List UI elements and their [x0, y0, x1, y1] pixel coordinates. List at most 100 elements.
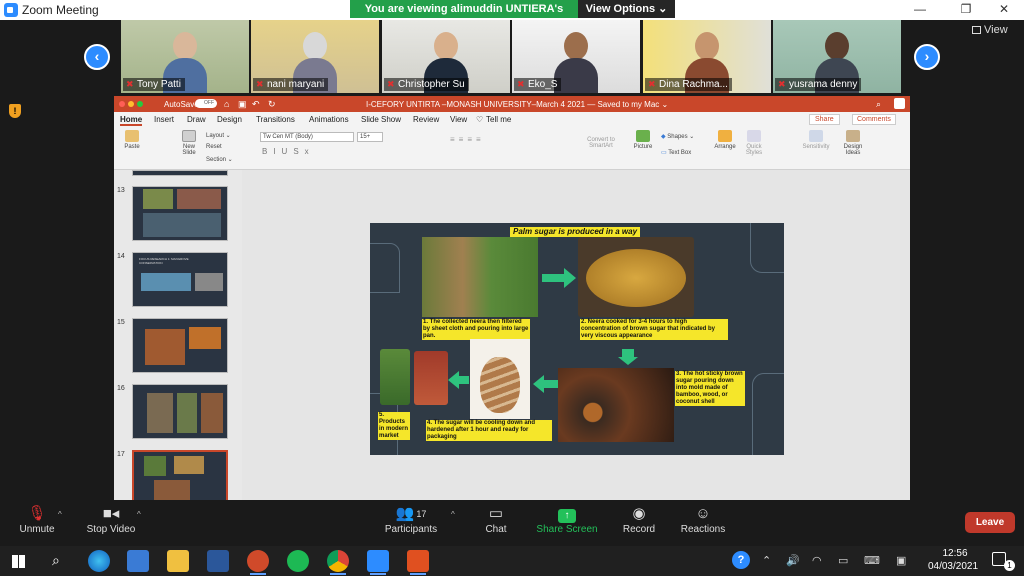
design-ideas-button[interactable]: Design Ideas [840, 130, 866, 156]
thumbnail-caption: FOCUS RESEARCH 1: MANGROVE CONSERVATION [139, 257, 189, 265]
volume-icon[interactable]: 🔊 [786, 554, 800, 567]
video-tile[interactable]: ✖ yusrama denny [773, 20, 901, 93]
clipboard-icon [125, 130, 139, 142]
sensitivity-button[interactable]: Sensitivity [799, 130, 833, 150]
help-icon[interactable]: ? [732, 551, 750, 569]
step-3-text: 3. The hot sticky brown sugar pouring do… [675, 371, 745, 406]
tell-me-search[interactable]: Tell me [486, 115, 511, 124]
keyboard-icon[interactable]: ⌨ [864, 554, 880, 567]
paste-button[interactable]: Paste [122, 130, 142, 150]
tab-slide-show[interactable]: Slide Show [361, 115, 401, 124]
chrome-icon[interactable] [327, 550, 349, 575]
current-slide[interactable]: Palm sugar is produced in a way 1. The c… [370, 223, 784, 455]
wifi-icon[interactable]: ◠ [812, 554, 822, 567]
video-tile[interactable]: ✖ Dina Rachma... [643, 20, 771, 93]
document-title: I-CEFORY UNTIRTA –MONASH UNIVERSITY–Marc… [366, 100, 669, 109]
quick-styles-button[interactable]: Quick Styles [742, 130, 766, 156]
powerpoint-icon[interactable] [247, 550, 269, 575]
slide-thumbnail-partial[interactable] [132, 170, 228, 176]
audio-options-caret[interactable]: ^ [58, 510, 62, 519]
tab-transitions[interactable]: Transitions [256, 115, 295, 124]
layout-button[interactable]: Layout ⌄ [206, 132, 231, 139]
next-page-arrow[interactable]: › [914, 44, 940, 70]
word-icon[interactable] [207, 550, 229, 572]
slide-thumbnail[interactable]: FOCUS RESEARCH 1: MANGROVE CONSERVATION [132, 252, 228, 307]
maximize-button[interactable]: ❐ [946, 2, 986, 18]
participants-options-caret[interactable]: ^ [451, 510, 455, 519]
video-tile[interactable]: ✖ nani maryani [251, 20, 379, 93]
home-icon[interactable]: ⌂ [224, 99, 229, 109]
reactions-button[interactable]: ☺ Reactions [678, 504, 728, 535]
convert-smartart-button[interactable]: Convert to SmartArt [584, 137, 618, 149]
paragraph-format-buttons[interactable]: ≡≡≡≡ [450, 135, 485, 144]
tab-insert[interactable]: Insert [154, 115, 174, 124]
account-icon[interactable] [894, 98, 905, 109]
arrange-button[interactable]: Arrange [712, 130, 738, 150]
redo-icon[interactable]: ↻ [268, 99, 276, 110]
edge-icon[interactable] [88, 550, 110, 572]
step-2-text: 2. Neera cooked for 3-4 hours to high co… [580, 319, 728, 340]
record-button[interactable]: ◉ Record [618, 504, 660, 535]
prev-page-arrow[interactable]: ‹ [84, 44, 110, 70]
search-icon[interactable]: ⌕ [52, 552, 60, 569]
record-icon: ◉ [632, 505, 646, 522]
arrow-right-icon [542, 274, 564, 282]
slide-thumbnail[interactable] [132, 318, 228, 373]
clock-time[interactable]: 12:56 [932, 548, 978, 559]
video-options-caret[interactable]: ^ [137, 510, 141, 519]
security-shield-icon[interactable]: ! [9, 104, 21, 118]
font-name-select[interactable]: Tw Cen MT (Body) [260, 132, 354, 142]
new-slide-button[interactable]: New Slide [178, 130, 200, 156]
shapes-button[interactable]: ◆ Shapes ⌄ [661, 133, 694, 140]
autosave-toggle[interactable]: OFF [195, 99, 217, 108]
font-size-select[interactable]: 15+ [357, 132, 383, 142]
tab-home[interactable]: Home [120, 115, 143, 126]
reset-button[interactable]: Reset [206, 144, 222, 150]
view-layout-button[interactable]: View [972, 24, 1020, 40]
undo-icon[interactable]: ↶ [252, 99, 260, 110]
app-taskbar-icon[interactable] [407, 550, 429, 575]
slide-thumbnail[interactable] [132, 384, 228, 439]
zoom-taskbar-icon[interactable] [367, 550, 389, 575]
participant-name: nani maryani [267, 79, 325, 90]
participants-button[interactable]: 👥 17 Participants [382, 504, 440, 535]
tab-animations[interactable]: Animations [309, 115, 349, 124]
slide-thumbnail-selected[interactable] [132, 450, 228, 500]
save-icon[interactable]: ▣ [238, 99, 247, 110]
windows-taskbar: ⌕ ? ⌃ 🔊 ◠ ▭ ⌨ ▣ 12:56 04/03/2021 1 [0, 546, 1024, 576]
share-button[interactable]: Share [809, 114, 840, 125]
tab-view[interactable]: View [450, 115, 467, 124]
stop-video-button[interactable]: ■◂ Stop Video [82, 504, 140, 535]
video-tile[interactable]: ✖ Christopher Su [382, 20, 510, 93]
spotify-icon[interactable] [287, 550, 309, 572]
tab-review[interactable]: Review [413, 115, 439, 124]
chat-button[interactable]: ▭ Chat [476, 504, 516, 535]
minimize-button[interactable]: — [900, 2, 940, 18]
windows-start-icon[interactable] [12, 555, 25, 568]
section-button[interactable]: Section ⌄ [206, 156, 233, 163]
leave-button[interactable]: Leave [965, 512, 1015, 533]
video-tile[interactable]: ✖ Tony Patti [121, 20, 249, 93]
view-options-button[interactable]: View Options ⌄ [578, 0, 675, 18]
share-screen-button[interactable]: ↑ Share Screen [535, 504, 599, 535]
meeting-toolbar: 🎙 Unmute ^ ■◂ Stop Video ^ 👥 17 Participa… [0, 500, 1024, 546]
chevron-up-icon[interactable]: ⌃ [762, 554, 771, 567]
font-format-buttons[interactable]: BIUSx [262, 147, 315, 156]
mic-off-icon: 🎙 [27, 505, 47, 522]
picture-button[interactable]: Picture [632, 130, 654, 150]
clock-date[interactable]: 04/03/2021 [922, 561, 984, 572]
slide-thumbnail[interactable] [132, 186, 228, 241]
video-tile[interactable]: ✖ Eko_S [512, 20, 640, 93]
notification-count: 1 [1004, 560, 1015, 571]
comments-button[interactable]: Comments [852, 114, 896, 125]
display-icon[interactable]: ▣ [896, 554, 906, 567]
search-icon[interactable]: ⌕ [876, 99, 881, 110]
store-icon[interactable] [127, 550, 149, 572]
tab-draw[interactable]: Draw [187, 115, 206, 124]
tab-design[interactable]: Design [217, 115, 242, 124]
close-button[interactable]: ✕ [984, 2, 1024, 18]
text-box-button[interactable]: ▭ Text Box [661, 149, 691, 156]
file-explorer-icon[interactable] [167, 550, 189, 572]
unmute-button[interactable]: 🎙 Unmute [14, 504, 60, 535]
battery-icon[interactable]: ▭ [838, 554, 848, 567]
